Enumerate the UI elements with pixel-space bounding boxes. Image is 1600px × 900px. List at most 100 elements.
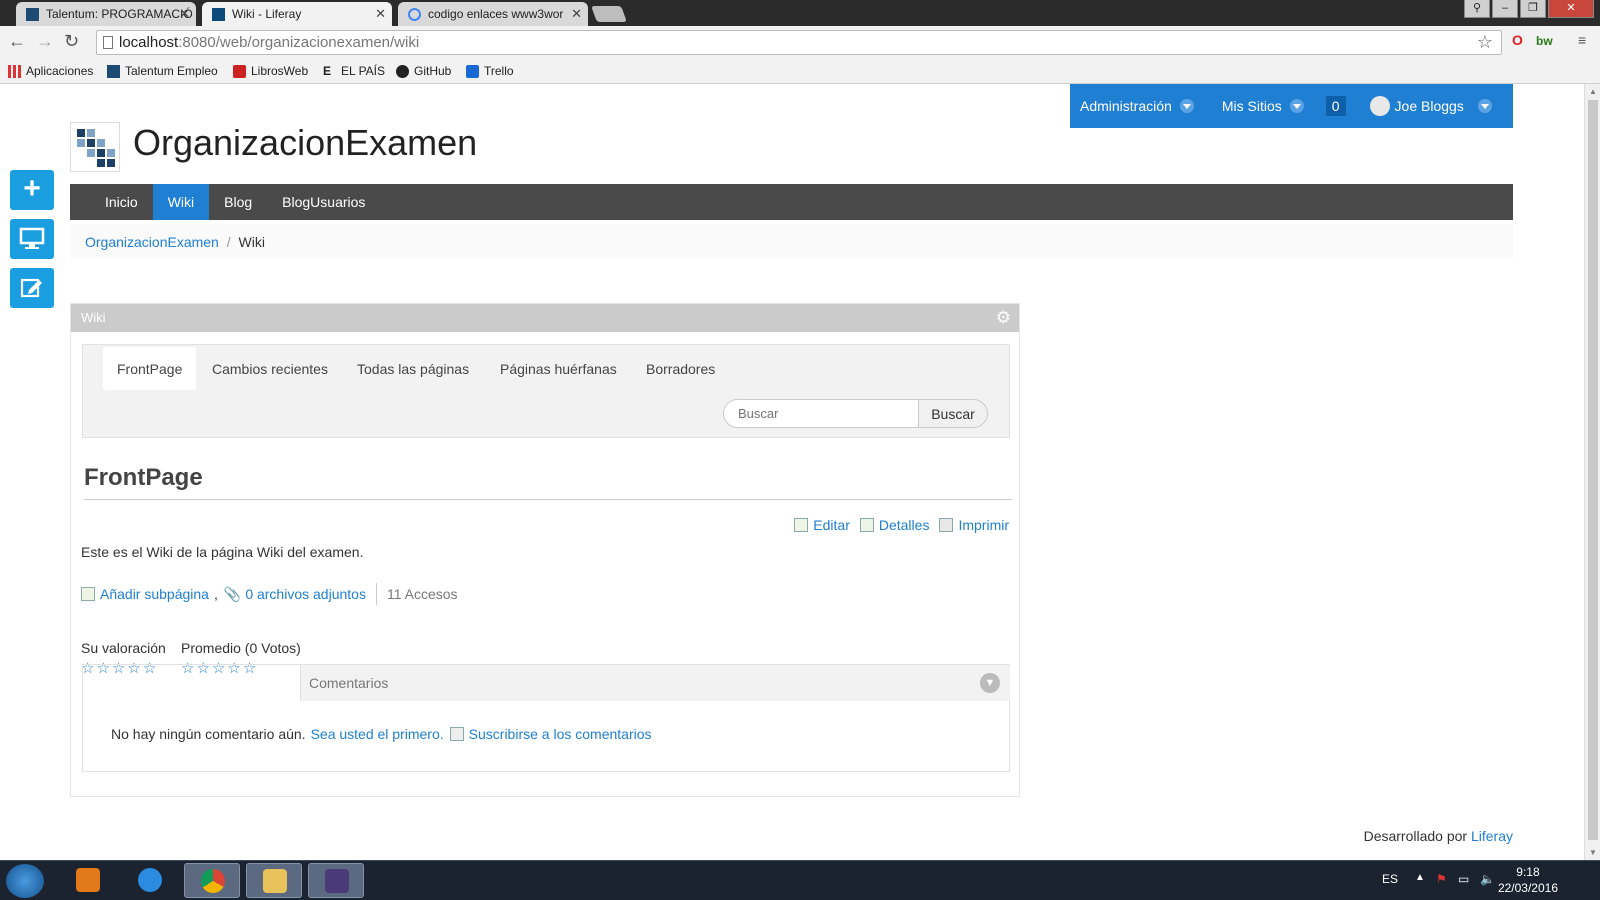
add-subpage-link[interactable]: Añadir subpágina	[100, 586, 209, 602]
chevron-down-icon	[1179, 99, 1194, 113]
taskbar-media-player[interactable]	[60, 863, 116, 898]
tab-paginas-huerfanas[interactable]: Páginas huérfanas	[486, 347, 631, 390]
chevron-down-icon	[1289, 99, 1304, 113]
notifications[interactable]: 0	[1325, 96, 1346, 116]
sites-menu[interactable]: Mis Sitios	[1222, 98, 1304, 114]
scroll-up-icon[interactable]: ▲	[1589, 87, 1597, 96]
be-first-link[interactable]: Sea usted el primero.	[311, 726, 444, 742]
page-scrollbar[interactable]: ▲ ▼	[1584, 84, 1600, 860]
reload-icon[interactable]: ↻	[64, 31, 79, 52]
bookmark-label: Trello	[484, 64, 514, 78]
details-page-icon	[859, 518, 874, 532]
liferay-link[interactable]: Liferay	[1471, 828, 1513, 844]
nav-item-wiki[interactable]: Wiki	[152, 184, 210, 220]
print-link[interactable]: Imprimir	[939, 517, 1009, 533]
forward-arrow-icon[interactable]: →	[36, 31, 54, 52]
scroll-down-icon[interactable]: ▼	[1589, 848, 1597, 857]
book-icon	[233, 64, 246, 78]
preview-button[interactable]	[10, 219, 54, 259]
main-navigation: Inicio Wiki Blog BlogUsuarios	[70, 184, 1513, 220]
admin-menu[interactable]: Administración	[1080, 98, 1194, 114]
tray-expand-icon[interactable]: ▲	[1415, 872, 1425, 883]
tab-title: Wiki - Liferay	[232, 7, 302, 21]
close-icon[interactable]: ✕	[375, 6, 386, 22]
maximize-button[interactable]: ❐	[1520, 0, 1546, 18]
comments-empty: No hay ningún comentario aún. Sea usted …	[111, 726, 652, 742]
bookmarks-bar: Aplicaciones Talentum Empleo LibrosWeb E…	[0, 58, 1600, 84]
taskbar-internet-explorer[interactable]	[122, 863, 178, 898]
volume-icon[interactable]: 🔈	[1480, 872, 1495, 886]
powered-by: Desarrollado por Liferay	[1364, 828, 1513, 844]
browser-tab-google[interactable]: codigo enlaces www3wor ✕	[398, 2, 588, 26]
bookmark-star-icon[interactable]: ☆	[1477, 32, 1493, 53]
tab-borradores[interactable]: Borradores	[632, 347, 729, 390]
details-link[interactable]: Detalles	[859, 517, 930, 533]
taskbar-file-explorer[interactable]	[246, 863, 302, 898]
tab-todas-las-paginas[interactable]: Todas las páginas	[343, 347, 483, 390]
chevron-down-icon	[1477, 99, 1492, 113]
your-rating-label: Su valoración	[81, 640, 166, 656]
comments-header[interactable]: Comentarios ▼	[300, 665, 1010, 701]
search-input[interactable]	[723, 399, 919, 428]
bookmark-label: EL PAÍS	[341, 64, 386, 78]
wiki-portlet: Wiki ⚙ FrontPage Cambios recientes Todas…	[70, 303, 1020, 797]
minimize-button[interactable]: –	[1492, 0, 1518, 18]
close-icon[interactable]: ✕	[179, 6, 190, 22]
edit-controls-button[interactable]	[10, 268, 54, 308]
bw-extension-icon[interactable]: bw	[1536, 34, 1553, 48]
bookmark-elpais[interactable]: E EL PAÍS	[323, 64, 385, 78]
flag-icon[interactable]: ⚑	[1436, 872, 1447, 886]
start-button[interactable]	[6, 864, 44, 898]
edit-link[interactable]: Editar	[794, 517, 850, 533]
paperclip-icon: 📎	[223, 585, 242, 602]
taskbar-eclipse[interactable]	[308, 863, 364, 898]
bookmark-librosweb[interactable]: LibrosWeb	[233, 64, 308, 78]
bookmark-trello[interactable]: Trello	[466, 64, 514, 78]
browser-tab-wiki[interactable]: Wiki - Liferay ✕	[202, 2, 392, 26]
breadcrumb-root-link[interactable]: OrganizacionExamen	[85, 234, 219, 250]
trello-icon	[466, 64, 479, 78]
system-clock[interactable]: 9:18 22/03/2016	[1498, 864, 1558, 896]
new-tab-button[interactable]	[591, 6, 627, 22]
wiki-content: Este es el Wiki de la página Wiki del ex…	[81, 544, 364, 560]
site-logo[interactable]	[70, 122, 120, 172]
attachments-link[interactable]: 0 archivos adjuntos	[245, 586, 366, 602]
user-icon[interactable]: ⚲	[1464, 0, 1490, 18]
edit-page-icon	[794, 518, 809, 532]
edit-label: Editar	[813, 517, 850, 533]
bookmark-talentum[interactable]: Talentum Empleo	[107, 64, 218, 78]
nav-item-blog[interactable]: Blog	[209, 184, 267, 220]
user-menu[interactable]: Joe Bloggs	[1369, 96, 1492, 116]
bookmark-label: Aplicaciones	[26, 64, 94, 78]
scrollbar-thumb[interactable]	[1588, 100, 1598, 840]
tab-cambios-recientes[interactable]: Cambios recientes	[198, 347, 342, 390]
language-indicator[interactable]: ES	[1382, 872, 1398, 886]
clock-date: 22/03/2016	[1497, 881, 1558, 895]
close-window-button[interactable]: ✕	[1548, 0, 1594, 18]
opera-extension-icon[interactable]: O	[1512, 32, 1523, 48]
bookmark-label: LibrosWeb	[251, 64, 309, 78]
bookmark-apps[interactable]: Aplicaciones	[8, 64, 93, 78]
notification-count-badge: 0	[1325, 96, 1346, 116]
details-label: Detalles	[878, 517, 930, 533]
network-icon[interactable]: ▭	[1458, 872, 1469, 886]
meta-comma: ,	[213, 586, 218, 602]
back-arrow-icon[interactable]: ←	[8, 31, 26, 52]
close-icon[interactable]: ✕	[571, 6, 582, 22]
bookmark-github[interactable]: GitHub	[396, 64, 451, 78]
add-button[interactable]: +	[10, 170, 54, 210]
views-count: 11 Accesos	[386, 586, 458, 602]
nav-item-inicio[interactable]: Inicio	[90, 184, 153, 220]
gear-icon[interactable]: ⚙	[996, 308, 1011, 328]
talentum-favicon-icon	[26, 8, 39, 21]
subscribe-link[interactable]: Suscribirse a los comentarios	[469, 726, 652, 742]
menu-icon[interactable]: ≡	[1578, 32, 1586, 48]
taskbar-chrome[interactable]	[184, 863, 240, 898]
subscribe-icon	[449, 727, 464, 741]
search-button[interactable]: Buscar	[918, 399, 988, 428]
chevron-down-icon[interactable]: ▼	[980, 673, 1000, 693]
tab-frontpage[interactable]: FrontPage	[103, 347, 197, 390]
browser-tab-talentum[interactable]: Talentum: PROGRAMACIÓ ✕	[16, 2, 196, 26]
address-bar[interactable]: localhost:8080/web/organizacionexamen/wi…	[96, 30, 1502, 55]
nav-item-blogusuarios[interactable]: BlogUsuarios	[267, 184, 380, 220]
